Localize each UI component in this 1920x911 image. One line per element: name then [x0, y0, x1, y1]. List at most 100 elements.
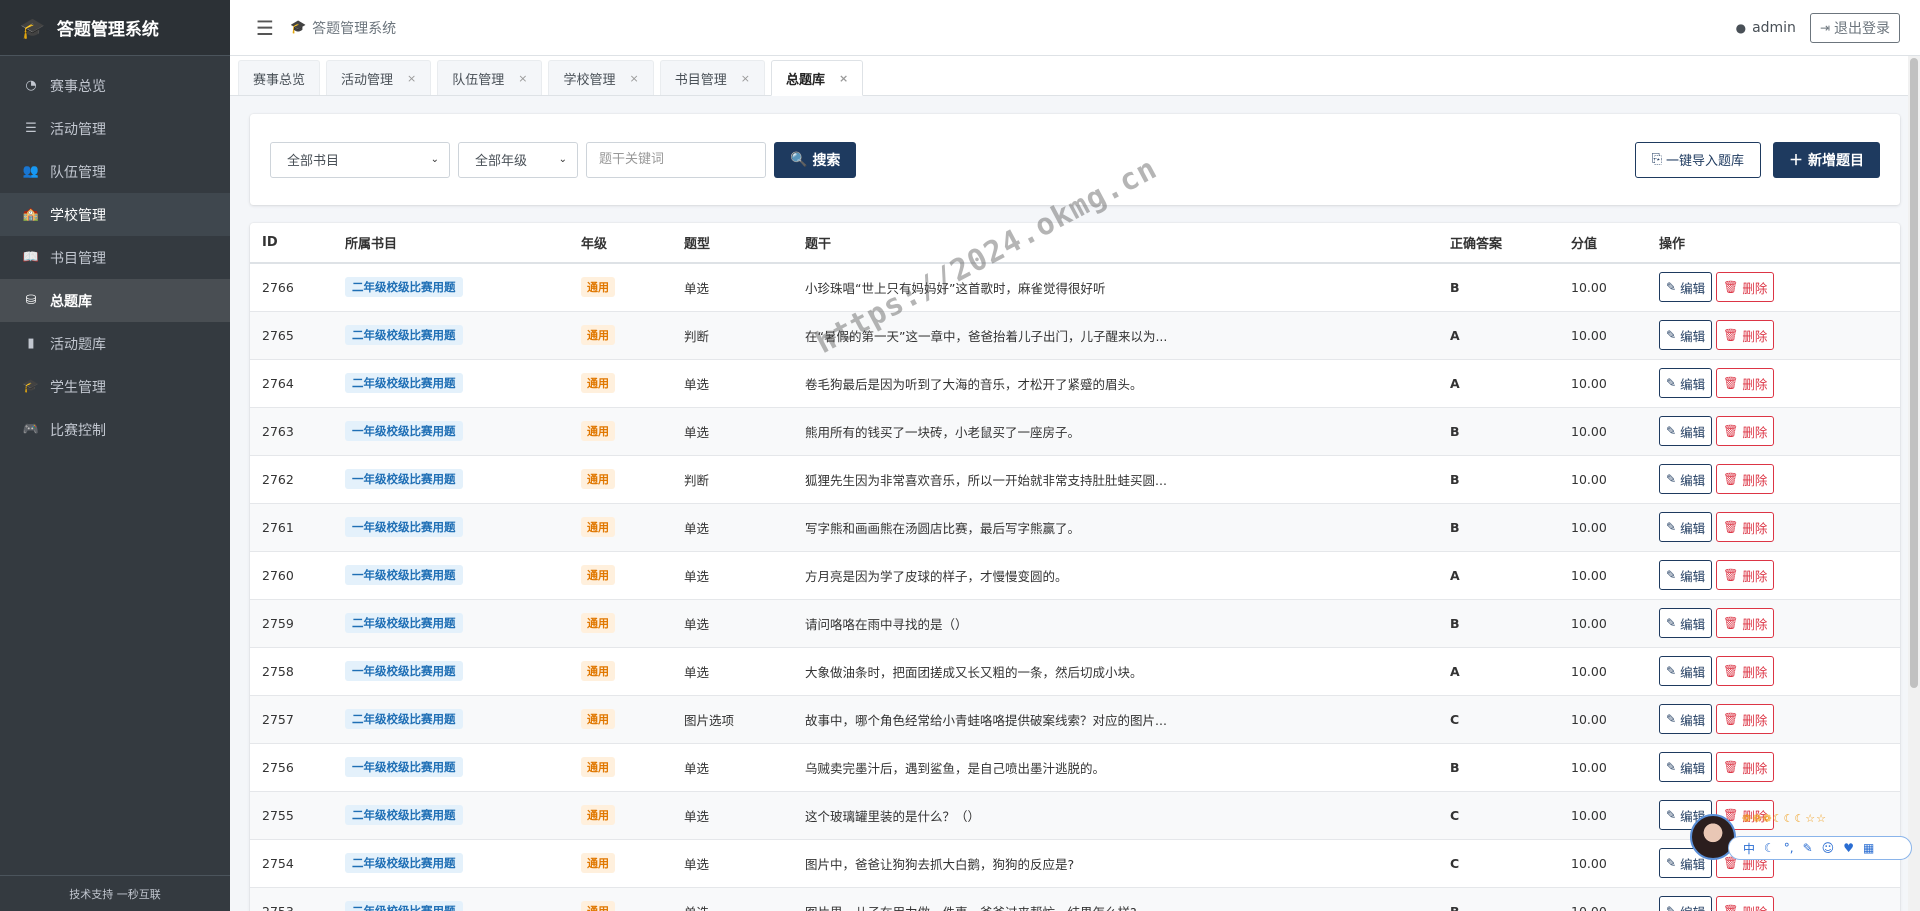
ime-toolbar[interactable]: ❁❁❁☾☾☾☆☆ 中 ☾ °, ✎ ☺ ♥ ▦	[1690, 812, 1912, 862]
emoji-icon[interactable]: ☺	[1822, 841, 1835, 855]
add-question-button[interactable]: ＋ 新增题目	[1773, 141, 1880, 178]
edit-button[interactable]: ✎编辑	[1659, 704, 1713, 734]
id-cell: 2766	[250, 262, 333, 311]
edit-button[interactable]: ✎编辑	[1659, 512, 1713, 542]
close-icon[interactable]: ×	[741, 72, 750, 85]
sidebar-item-5[interactable]: ⛁ 总题库	[0, 279, 230, 322]
tab-3[interactable]: 学校管理 ×	[548, 60, 654, 95]
grade-select[interactable]: 全部年级 ⌄	[458, 141, 578, 178]
tab-0[interactable]: 赛事总览	[238, 60, 321, 95]
logout-button[interactable]: ⇥ 退出登录	[1809, 12, 1900, 43]
ime-bar[interactable]: 中 ☾ °, ✎ ☺ ♥ ▦	[1728, 836, 1912, 860]
column-header: 所属书目	[333, 223, 569, 264]
sidebar-item-0[interactable]: ◔ 赛事总览	[0, 64, 230, 107]
table-row: 2760 一年级校级比赛用题 通用 单选 方月亮是因为学了皮球的样子，才慢慢变圆的。 A 1…	[250, 550, 1900, 599]
filter-bar: 全部书目 ⌄ 全部年级 ⌄ 🔍 搜索 ⎘ 一键导入题库 ＋ 新增题目	[250, 114, 1900, 205]
delete-button[interactable]: 🗑删除	[1716, 560, 1775, 590]
grid-icon[interactable]: ▦	[1863, 841, 1874, 855]
sidebar-item-2[interactable]: 👥 队伍管理	[0, 150, 230, 193]
sidebar-item-8[interactable]: 🎮 比赛控制	[0, 408, 230, 451]
edit-button[interactable]: ✎编辑	[1659, 416, 1713, 446]
import-button[interactable]: ⎘ 一键导入题库	[1634, 141, 1761, 178]
score-cell: 10.00	[1559, 262, 1647, 311]
sidebar-item-4[interactable]: 📖 书目管理	[0, 236, 230, 279]
score-cell: 10.00	[1559, 502, 1647, 551]
answer-cell: B	[1438, 262, 1559, 311]
edit-icon: ✎	[1666, 472, 1677, 486]
score-cell: 10.00	[1559, 694, 1647, 743]
wrench-icon[interactable]: ✎	[1803, 841, 1813, 855]
page-scrollbar[interactable]	[1908, 56, 1920, 911]
delete-button[interactable]: 🗑删除	[1716, 704, 1775, 734]
punctuation-icon[interactable]: °,	[1784, 841, 1794, 855]
tab-1[interactable]: 活动管理 ×	[326, 60, 432, 95]
edit-button[interactable]: ✎编辑	[1659, 320, 1713, 350]
answer-cell: B	[1438, 598, 1559, 647]
close-icon[interactable]: ×	[839, 72, 848, 85]
id-cell: 2759	[250, 598, 333, 647]
edit-button[interactable]: ✎编辑	[1659, 272, 1713, 303]
brand[interactable]: 🎓 答题管理系统	[0, 0, 230, 56]
type-cell: 单选	[672, 262, 793, 311]
answer-cell: A	[1438, 646, 1559, 695]
sidebar-item-3[interactable]: 🏫 学校管理	[0, 193, 230, 236]
delete-button[interactable]: 🗑删除	[1716, 320, 1775, 350]
answer-cell: B	[1438, 406, 1559, 455]
delete-button[interactable]: 🗑删除	[1716, 656, 1775, 686]
sidebar-item-7[interactable]: 🎓 学生管理	[0, 365, 230, 408]
edit-label: 编辑	[1680, 328, 1706, 344]
tab-4[interactable]: 书目管理 ×	[659, 60, 765, 95]
edit-button[interactable]: ✎编辑	[1659, 752, 1713, 782]
edit-button[interactable]: ✎编辑	[1659, 896, 1713, 911]
id-cell: 2761	[250, 502, 333, 551]
trash-icon: 🗑	[1723, 376, 1739, 390]
tab-5[interactable]: 总题库 ×	[770, 60, 864, 96]
edit-button[interactable]: ✎编辑	[1659, 656, 1713, 686]
edit-button[interactable]: ✎编辑	[1659, 368, 1713, 398]
skin-icon[interactable]: ♥	[1843, 841, 1854, 855]
table-row: 2757 二年级校级比赛用题 通用 图片选项 故事中，哪个角色经常给小青蛙咯咯提供破案线…	[250, 694, 1900, 743]
answer-cell: C	[1438, 838, 1559, 887]
delete-button[interactable]: 🗑删除	[1716, 272, 1775, 303]
score-cell: 10.00	[1559, 886, 1647, 911]
trash-icon: 🗑	[1723, 472, 1739, 486]
moon-icon[interactable]: ☾	[1764, 841, 1775, 855]
book-select[interactable]: 全部书目 ⌄	[270, 141, 450, 178]
delete-button[interactable]: 🗑删除	[1716, 752, 1775, 782]
actions-cell: ✎编辑🗑删除	[1647, 742, 1900, 791]
search-button[interactable]: 🔍 搜索	[774, 141, 857, 178]
close-icon[interactable]: ×	[518, 72, 527, 85]
actions-cell: ✎编辑🗑删除	[1647, 694, 1900, 743]
tab-2[interactable]: 队伍管理 ×	[437, 60, 543, 95]
answer-cell: B	[1438, 742, 1559, 791]
sidebar-item-1[interactable]: ☰ 活动管理	[0, 107, 230, 150]
edit-button[interactable]: ✎编辑	[1659, 464, 1713, 494]
ime-mode[interactable]: 中	[1743, 840, 1755, 857]
close-icon[interactable]: ×	[407, 72, 416, 85]
column-header: 正确答案	[1438, 223, 1559, 264]
add-question-label: 新增题目	[1808, 151, 1864, 168]
answer-cell: C	[1438, 694, 1559, 743]
delete-button[interactable]: 🗑删除	[1716, 368, 1775, 398]
book-cell: 二年级校级比赛用题	[333, 598, 569, 647]
type-cell: 单选	[672, 838, 793, 887]
scrollbar-thumb[interactable]	[1910, 58, 1918, 688]
keyword-input[interactable]	[586, 141, 766, 178]
sidebar-item-6[interactable]: ▮ 活动题库	[0, 322, 230, 365]
trash-icon: 🗑	[1723, 904, 1738, 911]
book-cell: 二年级校级比赛用题	[333, 886, 569, 911]
user-menu[interactable]: ● admin	[1736, 20, 1796, 36]
delete-button[interactable]: 🗑删除	[1716, 416, 1775, 446]
edit-button[interactable]: ✎编辑	[1659, 608, 1713, 638]
delete-button[interactable]: 🗑删除	[1716, 896, 1775, 911]
delete-button[interactable]: 🗑删除	[1716, 512, 1775, 542]
menu-toggle-icon[interactable]: ☰	[256, 16, 274, 40]
edit-button[interactable]: ✎编辑	[1659, 560, 1713, 590]
close-icon[interactable]: ×	[630, 72, 639, 85]
edit-label: 编辑	[1680, 712, 1706, 728]
grade-cell: 通用	[569, 358, 672, 407]
delete-button[interactable]: 🗑删除	[1716, 608, 1775, 638]
delete-button[interactable]: 🗑删除	[1716, 464, 1775, 494]
id-cell: 2757	[250, 694, 333, 743]
edit-icon: ✎	[1666, 760, 1677, 774]
